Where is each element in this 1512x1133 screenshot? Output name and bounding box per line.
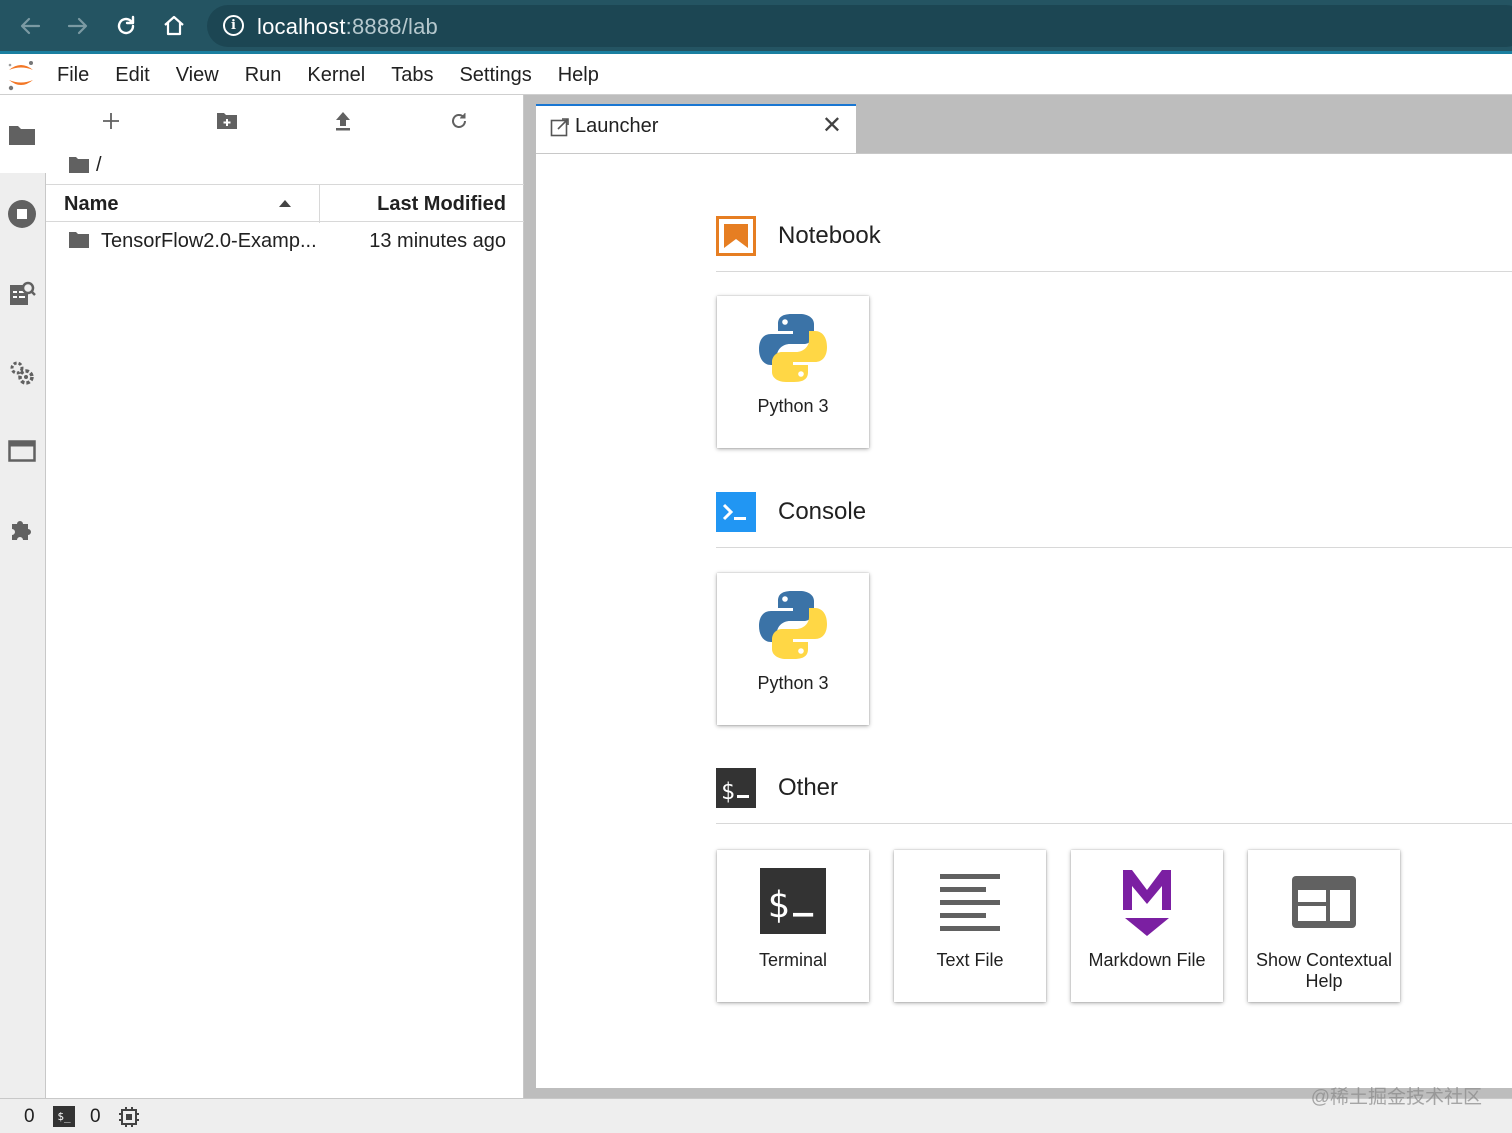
- folder-icon[interactable]: [6, 119, 38, 151]
- launcher-tab-icon: [550, 118, 569, 137]
- contextual-help-icon: [1292, 876, 1356, 928]
- section-title: Notebook: [778, 222, 881, 249]
- card-label: Terminal: [758, 950, 828, 970]
- menu-file[interactable]: File: [44, 54, 102, 95]
- breadcrumb-root[interactable]: /: [96, 154, 102, 177]
- home-icon[interactable]: [158, 10, 190, 42]
- property-inspector-icon[interactable]: [6, 357, 38, 389]
- text-file-card[interactable]: Text File: [894, 850, 1046, 1002]
- column-last-modified-header[interactable]: Last Modified: [377, 193, 506, 216]
- upload-icon[interactable]: [327, 105, 359, 137]
- terminal-count[interactable]: 0: [24, 1106, 35, 1128]
- new-launcher-icon[interactable]: [95, 105, 127, 137]
- menu-settings[interactable]: Settings: [446, 54, 544, 95]
- console-section-header: Console: [716, 492, 1512, 548]
- notebook-icon: [716, 216, 756, 256]
- card-label: Text File: [936, 950, 1004, 970]
- refresh-icon[interactable]: [443, 105, 475, 137]
- browser-toolbar: i localhost:8888/lab: [0, 0, 1512, 54]
- status-bar: 0 $_ 0: [0, 1098, 1512, 1133]
- other-section-header: $ Other: [716, 768, 1512, 824]
- file-modified: 13 minutes ago: [369, 230, 506, 252]
- notebook-section-header: Notebook: [716, 216, 1512, 272]
- reload-icon[interactable]: [110, 10, 142, 42]
- menu-view[interactable]: View: [163, 54, 232, 95]
- new-folder-icon[interactable]: [211, 105, 243, 137]
- file-browser-toolbar: [46, 95, 524, 147]
- console-python3-card[interactable]: Python 3: [717, 573, 869, 725]
- tab-label: Launcher: [575, 115, 659, 137]
- contextual-help-card[interactable]: Show Contextual Help: [1248, 850, 1400, 1002]
- text-file-icon: [940, 874, 1000, 931]
- site-info-icon[interactable]: i: [223, 15, 244, 36]
- card-label: Show Contextual Help: [1255, 950, 1393, 991]
- menu-edit[interactable]: Edit: [102, 54, 162, 95]
- kernel-chip-icon[interactable]: [118, 1106, 140, 1128]
- menu-help[interactable]: Help: [545, 54, 612, 95]
- forward-arrow-icon[interactable]: [62, 10, 94, 42]
- command-palette-icon[interactable]: [6, 277, 38, 309]
- section-title: Console: [778, 498, 867, 525]
- menu-run[interactable]: Run: [232, 54, 295, 95]
- running-sessions-icon[interactable]: [6, 198, 38, 230]
- menu-tabs[interactable]: Tabs: [378, 54, 446, 95]
- markdown-file-card[interactable]: Markdown File: [1071, 850, 1223, 1002]
- terminal-icon: $: [760, 868, 826, 934]
- menu-kernel[interactable]: Kernel: [294, 54, 378, 95]
- column-divider[interactable]: [319, 185, 320, 223]
- markdown-icon: [1123, 870, 1171, 936]
- watermark: @稀土掘金技术社区: [1310, 1087, 1482, 1108]
- back-arrow-icon[interactable]: [14, 10, 46, 42]
- svg-text:$: $: [721, 779, 735, 805]
- console-icon: [716, 492, 756, 532]
- tab-launcher[interactable]: Launcher ✕: [536, 104, 856, 153]
- section-title: Other: [778, 774, 839, 801]
- open-tabs-icon[interactable]: [6, 435, 38, 467]
- main-dock-area: Launcher ✕ Notebook Python 3 Console Pyt…: [524, 95, 1512, 1098]
- sort-ascending-icon[interactable]: [279, 200, 291, 207]
- kernel-count[interactable]: 0: [90, 1106, 101, 1128]
- breadcrumb-folder-icon[interactable]: [68, 156, 90, 174]
- terminal-icon: $: [716, 768, 756, 808]
- python-logo-icon: [759, 314, 827, 382]
- card-label: Python 3: [757, 673, 829, 693]
- file-list-header: Name Last Modified: [46, 184, 524, 223]
- launcher-panel: Notebook Python 3 Console Python 3 $ Oth…: [536, 153, 1512, 1088]
- file-browser: / Name Last Modified TensorFlow2.0-Examp…: [46, 95, 524, 1098]
- close-icon[interactable]: ✕: [822, 114, 842, 138]
- file-name: TensorFlow2.0-Examp...: [101, 230, 317, 252]
- extension-manager-icon[interactable]: [6, 513, 38, 545]
- url-text: localhost:8888/lab: [257, 14, 438, 39]
- python-logo-icon: [759, 591, 827, 659]
- breadcrumb: /: [68, 151, 102, 179]
- notebook-python3-card[interactable]: Python 3: [717, 296, 869, 448]
- terminal-card[interactable]: $ Terminal: [717, 850, 869, 1002]
- left-sidebar: [0, 95, 46, 1098]
- tab-bar: Launcher ✕: [536, 95, 1512, 153]
- address-bar[interactable]: i localhost:8888/lab: [207, 5, 1512, 47]
- terminal-icon: $_: [53, 1106, 75, 1127]
- column-name-header[interactable]: Name: [64, 193, 118, 216]
- svg-text:$: $: [767, 884, 789, 927]
- folder-icon: [69, 232, 89, 248]
- card-label: Markdown File: [1088, 950, 1206, 970]
- file-list-item[interactable]: TensorFlow2.0-Examp... 13 minutes ago: [46, 223, 524, 261]
- menu-bar: File Edit View Run Kernel Tabs Settings …: [0, 54, 1512, 95]
- card-label: Python 3: [757, 396, 829, 416]
- jupyter-logo-icon: [8, 61, 33, 91]
